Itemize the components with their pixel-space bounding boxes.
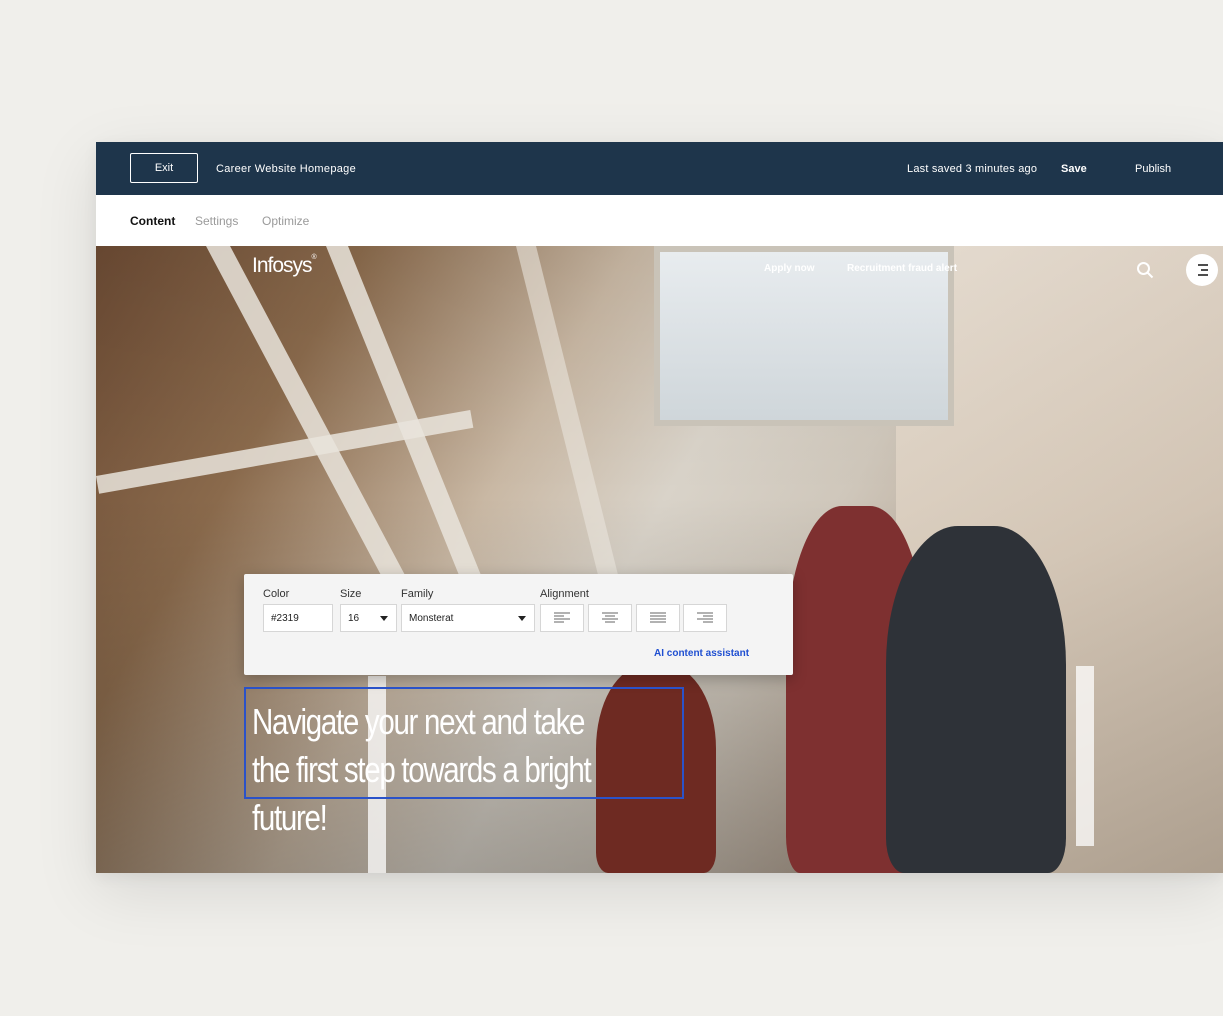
last-saved-status: Last saved 3 minutes ago <box>907 163 1038 175</box>
chevron-down-icon <box>518 616 526 621</box>
color-input[interactable]: #2319 <box>263 604 333 632</box>
tab-settings[interactable]: Settings <box>195 214 238 228</box>
color-label: Color <box>263 588 290 600</box>
align-right-icon <box>697 612 713 623</box>
tab-content[interactable]: Content <box>130 214 175 228</box>
search-icon[interactable] <box>1136 261 1154 279</box>
family-select[interactable]: Monsterat <box>401 604 535 632</box>
hero-headline[interactable]: Navigate your next and take the first st… <box>252 698 605 842</box>
hero-decor-bar <box>1076 666 1094 846</box>
align-center-button[interactable] <box>588 604 632 632</box>
menu-button[interactable] <box>1186 254 1218 286</box>
nav-recruitment-fraud-alert[interactable]: Recruitment fraud alert <box>847 263 957 274</box>
exit-button[interactable]: Exit <box>130 153 198 183</box>
size-label: Size <box>340 588 362 600</box>
publish-button[interactable]: Publish <box>1135 163 1171 175</box>
site-logo-mark: ® <box>311 254 317 261</box>
align-justify-button[interactable] <box>636 604 680 632</box>
align-right-button[interactable] <box>683 604 727 632</box>
editor-window: Exit Career Website Homepage Last saved … <box>96 142 1223 873</box>
site-logo[interactable]: Infosys® <box>252 254 317 278</box>
hero-person <box>886 526 1066 873</box>
text-format-toolbar: Color #2319 Size 16 Family Monsterat Ali… <box>244 574 793 675</box>
editor-tabbar: Content Settings Optimize <box>96 195 1223 247</box>
family-label: Family <box>401 588 434 600</box>
ai-content-assistant-link[interactable]: AI content assistant <box>654 648 749 659</box>
editor-topbar: Exit Career Website Homepage Last saved … <box>96 142 1223 195</box>
chevron-down-icon <box>380 616 388 621</box>
align-left-button[interactable] <box>540 604 584 632</box>
size-select[interactable]: 16 <box>340 604 397 632</box>
size-value: 16 <box>348 612 360 624</box>
menu-icon <box>1198 264 1208 276</box>
site-logo-text: Infosys <box>252 254 313 277</box>
document-title: Career Website Homepage <box>216 163 356 175</box>
align-center-icon <box>602 612 618 623</box>
hero-background-beam <box>206 246 406 576</box>
alignment-label: Alignment <box>540 588 589 600</box>
align-left-icon <box>554 612 570 623</box>
hero-preview: Infosys® Apply now Recruitment fraud ale… <box>96 246 1223 873</box>
family-value: Monsterat <box>409 612 454 624</box>
save-button[interactable]: Save <box>1061 163 1087 175</box>
align-justify-icon <box>650 612 666 623</box>
nav-apply-now[interactable]: Apply now <box>764 263 815 274</box>
tab-optimize[interactable]: Optimize <box>262 214 309 228</box>
